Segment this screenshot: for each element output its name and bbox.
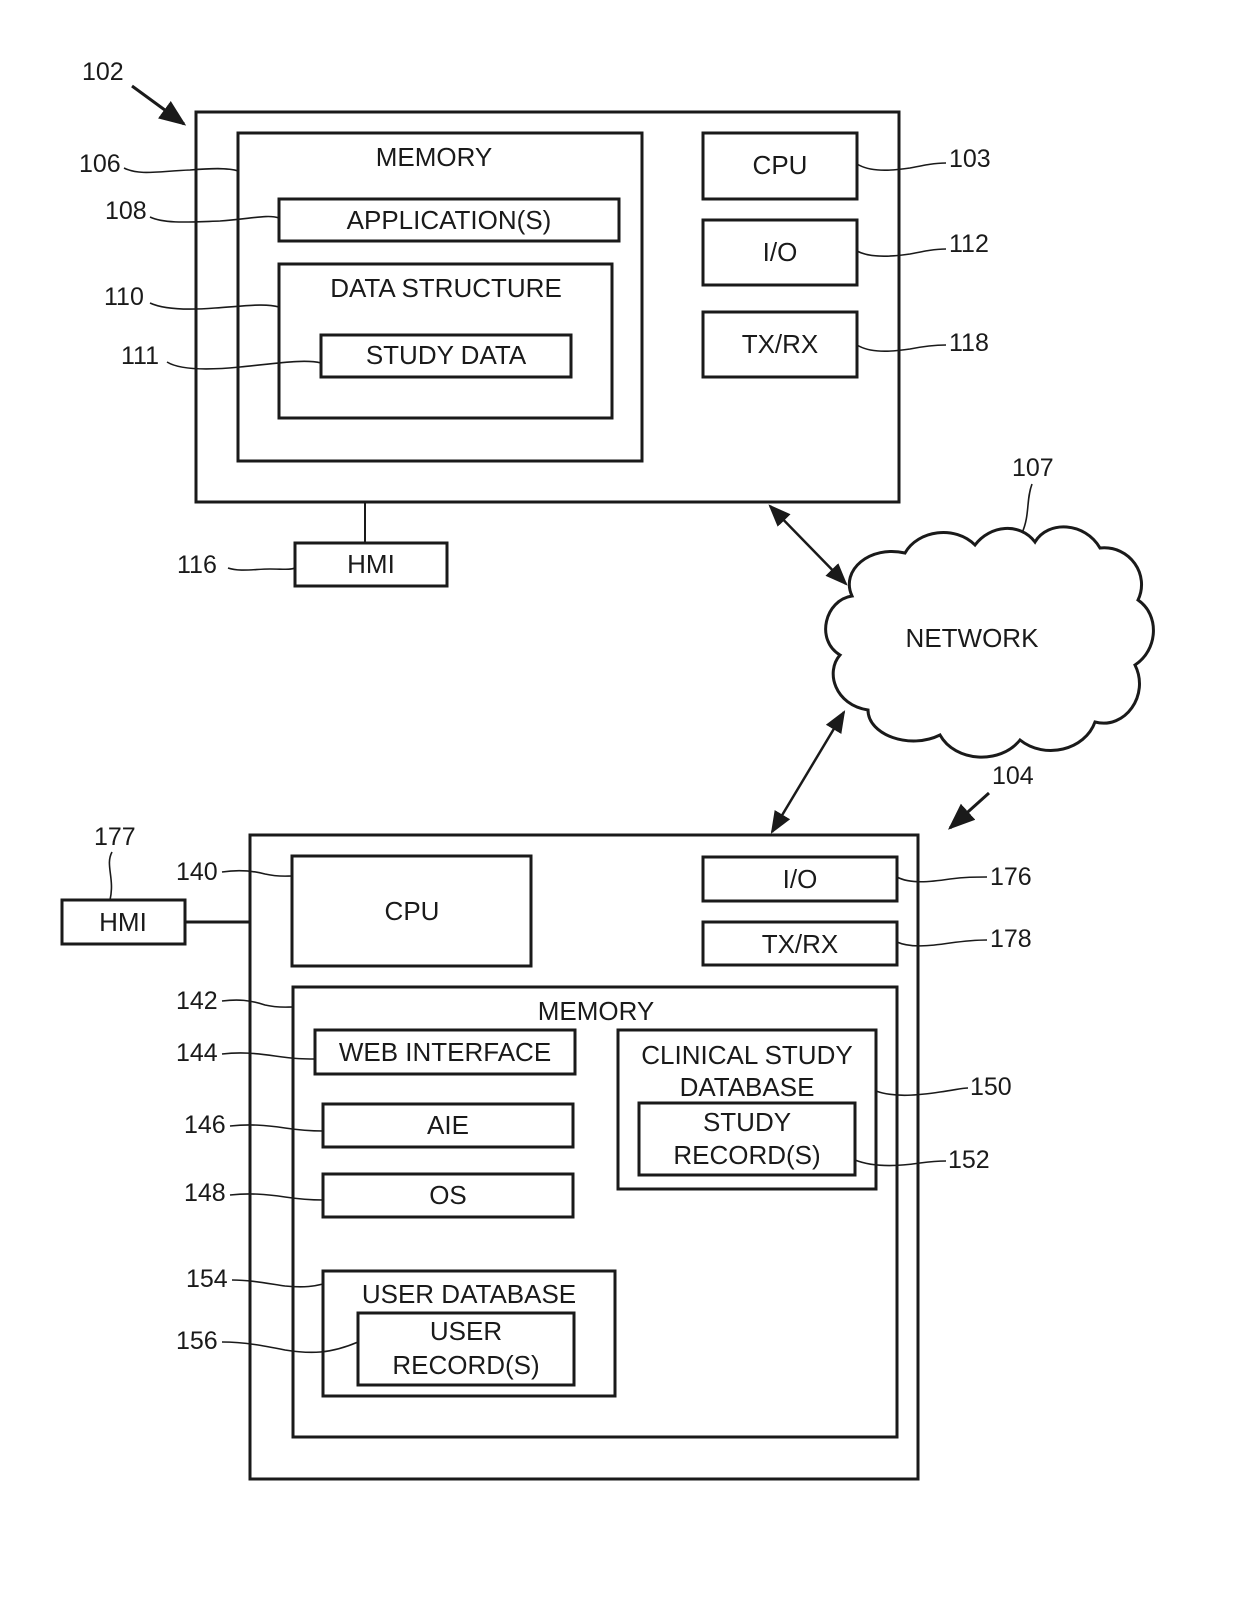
system-104: 104 HMI 177 CPU 140 I/O 176 TX/RX 178 ME… [60, 762, 1034, 1481]
aie-146-label: AIE [427, 1110, 469, 1140]
user-records-156-label-line1: USER [430, 1316, 502, 1346]
io-112-label: I/O [763, 237, 798, 267]
link-network-104 [770, 710, 846, 834]
hmi-116-label: HMI [347, 549, 395, 579]
ref-104: 104 [992, 762, 1034, 790]
cpu-103-label: CPU [753, 150, 808, 180]
user-records-156-label-line2: RECORD(S) [392, 1350, 539, 1380]
memory-142-label: MEMORY [538, 996, 655, 1026]
leader-107 [1021, 483, 1033, 534]
ref-108: 108 [105, 197, 147, 225]
ref-150: 150 [970, 1073, 1012, 1101]
txrx-178-label: TX/RX [762, 929, 839, 959]
clinical-study-db-150-label-line2: DATABASE [680, 1072, 815, 1102]
ref-146: 146 [184, 1111, 226, 1139]
os-148-label: OS [429, 1180, 467, 1210]
ref-176: 176 [990, 863, 1032, 891]
pointer-arrow-102 [131, 84, 187, 126]
ref-112: 112 [949, 230, 989, 258]
user-db-154-label: USER DATABASE [362, 1279, 576, 1309]
ref-103: 103 [949, 145, 991, 173]
pointer-arrow-104 [947, 791, 991, 830]
study-records-152-label-line1: STUDY [703, 1107, 791, 1137]
applications-108-label: APPLICATION(S) [347, 205, 552, 235]
ref-152: 152 [948, 1146, 990, 1174]
system-102: 102 MEMORY 106 APPLICATION(S) 108 DATA S… [79, 58, 991, 588]
network-107: NETWORK 107 [768, 454, 1155, 834]
ref-140: 140 [176, 858, 218, 886]
system-diagram: 102 MEMORY 106 APPLICATION(S) 108 DATA S… [60, 58, 1155, 1481]
hmi-177-label: HMI [99, 907, 147, 937]
ref-178: 178 [990, 925, 1032, 953]
ref-102: 102 [82, 58, 124, 86]
ref-116: 116 [177, 551, 217, 579]
memory-106-label: MEMORY [376, 142, 493, 172]
ref-118: 118 [949, 329, 989, 357]
ref-106: 106 [79, 150, 121, 178]
cpu-140-label: CPU [385, 896, 440, 926]
data-structure-110-label: DATA STRUCTURE [330, 273, 562, 303]
ref-154: 154 [186, 1265, 228, 1293]
ref-107: 107 [1012, 454, 1054, 482]
web-interface-144-label: WEB INTERFACE [339, 1037, 551, 1067]
link-102-network [768, 504, 848, 586]
network-label: NETWORK [906, 623, 1040, 653]
ref-156: 156 [176, 1327, 218, 1355]
study-records-152-label-line2: RECORD(S) [673, 1140, 820, 1170]
ref-144: 144 [176, 1039, 218, 1067]
leader-116 [227, 567, 296, 571]
txrx-118-label: TX/RX [742, 329, 819, 359]
clinical-study-db-150-label-line1: CLINICAL STUDY [641, 1040, 852, 1070]
ref-142: 142 [176, 987, 218, 1015]
study-data-111-label: STUDY DATA [366, 340, 527, 370]
io-176-label: I/O [783, 864, 818, 894]
leader-177 [108, 851, 113, 901]
ref-148: 148 [184, 1179, 226, 1207]
ref-111: 111 [121, 342, 159, 370]
ref-110: 110 [104, 283, 144, 311]
ref-177: 177 [94, 823, 136, 851]
